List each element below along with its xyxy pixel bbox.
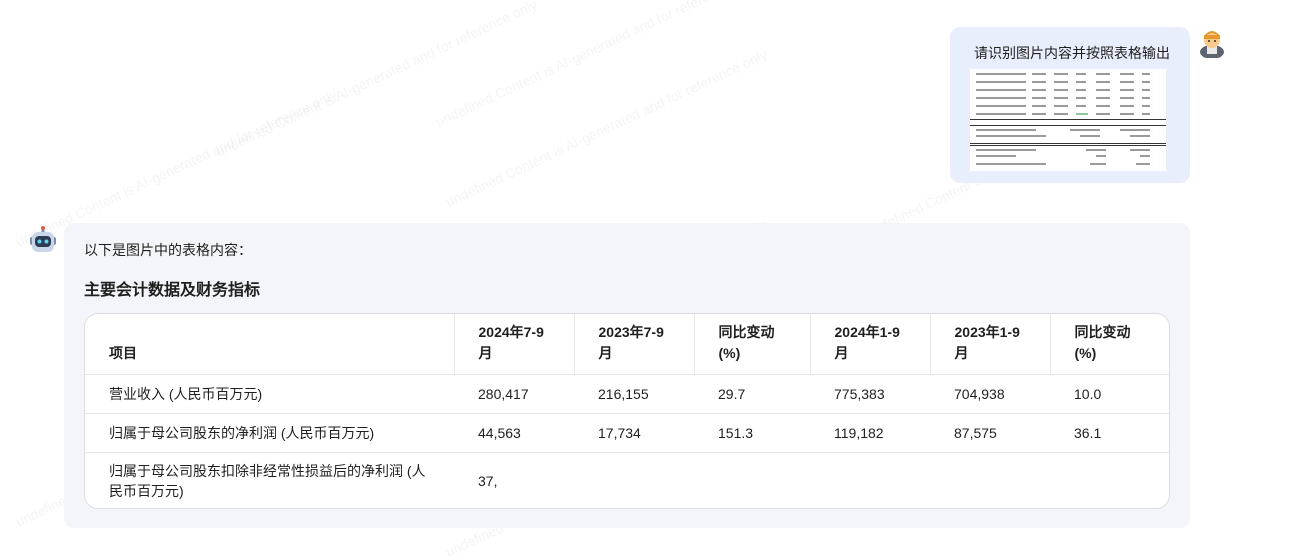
watermark: undefined Content is AI-generated and fo… <box>433 0 760 130</box>
table-cell: 17,734 <box>574 413 694 453</box>
column-header: 2024年7-9月 <box>453 314 574 375</box>
table-cell <box>1050 452 1169 508</box>
table-cell: 10.0 <box>1050 374 1169 414</box>
table-cell: 119,182 <box>810 413 930 453</box>
user-message-bubble: 请识别图片内容并按照表格输出 <box>950 27 1190 183</box>
table-cell: 775,383 <box>810 374 930 414</box>
table-row: 归属于母公司股东扣除非经常性损益后的净利润 (人民币百万元) 37, <box>85 452 1169 508</box>
column-header: 同比变动 (%) <box>1049 314 1169 375</box>
table-cell: 36.1 <box>1050 413 1169 453</box>
column-header: 项目 <box>109 345 137 361</box>
table-cell: 44,563 <box>454 413 574 453</box>
table-cell: 216,155 <box>574 374 694 414</box>
column-header: 2024年1-9月 <box>809 314 930 375</box>
assistant-message-bubble: 以下是图片中的表格内容： 主要会计数据及财务指标 项目 2024年7-9月 20… <box>64 223 1190 528</box>
user-avatar-icon <box>1198 28 1226 59</box>
table-cell <box>930 452 1050 508</box>
table-cell: 归属于母公司股东的净利润 (人民币百万元) <box>85 413 454 453</box>
watermark: undefined Content is AI-generated and fo… <box>213 0 540 160</box>
table-cell <box>810 452 930 508</box>
table-cell: 营业收入 (人民币百万元) <box>85 374 454 414</box>
table-cell: 29.7 <box>694 374 810 414</box>
table-cell: 151.3 <box>694 413 810 453</box>
table-header-row: 项目 2024年7-9月 2023年7-9月 同比变动 (%) 2024年1-9… <box>85 314 1169 375</box>
table-cell: 37, <box>454 452 574 508</box>
table-cell <box>574 452 694 508</box>
user-message-text: 请识别图片内容并按照表格输出 <box>974 45 1170 61</box>
column-header: 2023年7-9月 <box>573 314 694 375</box>
table-heading: 主要会计数据及财务指标 <box>84 282 261 299</box>
table-cell: 704,938 <box>930 374 1050 414</box>
table-cell: 280,417 <box>454 374 574 414</box>
assistant-intro-text: 以下是图片中的表格内容： <box>84 242 252 258</box>
attached-image-thumbnail[interactable] <box>970 69 1166 171</box>
table-cell: 87,575 <box>930 413 1050 453</box>
thumbnail-table-graphic <box>970 73 1166 165</box>
robot-avatar-icon <box>28 226 58 256</box>
financial-table: 项目 2024年7-9月 2023年7-9月 同比变动 (%) 2024年1-9… <box>85 314 1169 508</box>
table-cell: 归属于母公司股东扣除非经常性损益后的净利润 (人民币百万元) <box>85 452 454 508</box>
data-table-card: 项目 2024年7-9月 2023年7-9月 同比变动 (%) 2024年1-9… <box>84 313 1170 509</box>
column-header: 2023年1-9月 <box>929 314 1050 375</box>
watermark: undefined Content is AI-generated and fo… <box>443 46 770 210</box>
table-cell <box>694 452 810 508</box>
column-header: 同比变动 (%) <box>693 314 810 375</box>
table-row: 营业收入 (人民币百万元) 280,417 216,155 29.7 775,3… <box>85 374 1169 414</box>
table-row: 归属于母公司股东的净利润 (人民币百万元) 44,563 17,734 151.… <box>85 413 1169 453</box>
